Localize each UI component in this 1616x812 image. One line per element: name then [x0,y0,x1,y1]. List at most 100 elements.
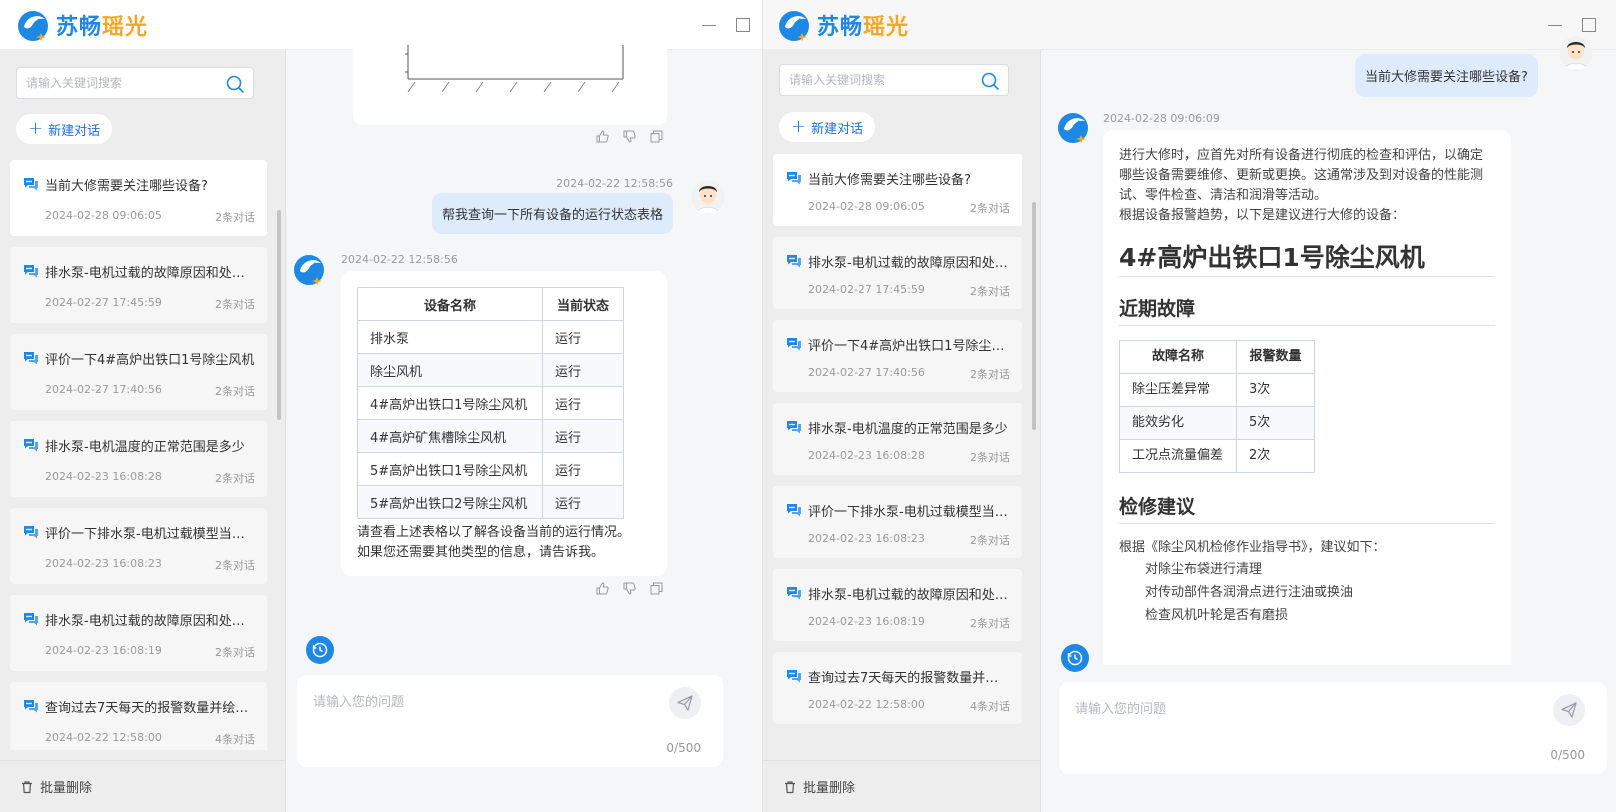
bot-message-bubble: 设备名称 当前状态 排水泵 运行 除尘风机 运行 4#高炉出铁口1号除尘风机 运行 4#高炉… [341,271,667,576]
thumbs-up-icon[interactable] [596,582,609,595]
chat-bubble-icon [24,265,38,278]
reply-note-line2: 如果您还需要其他类型的信息，请告诉我。 [357,545,605,560]
sidebar-scrollbar[interactable] [277,210,281,420]
copy-icon[interactable] [650,130,663,143]
advice-heading: 检修建议 [1119,497,1495,524]
advice-item: 对除尘布袋进行清理 [1145,562,1263,577]
bot-message-time: 2024-02-22 12:58:56 [341,253,458,266]
advice-list: 对除尘布袋进行清理 对传动部件各润滑点进行注油或换油 检查风机叶轮是否有磨损 [1119,558,1495,627]
report-intro-line: 哪些设备需要维修、更新或更换。这通常涉及到对设备的性能测 [1119,168,1484,183]
conversation-title: 当前大修需要关注哪些设备? [45,179,208,194]
thumbs-up-icon[interactable] [596,130,609,143]
conversation-count: 2条对话 [215,559,255,572]
char-counter: 0/500 [666,741,701,755]
table-row: 工况点流量偏差 2次 [1119,439,1315,473]
minimize-icon[interactable] [702,18,716,26]
search-box [16,67,254,99]
conversation-item[interactable]: 评价一下排水泵-电机过载模型当前状态 2024-02-23 16:08:23 2条对… [773,486,1022,558]
plus-icon: + [28,118,44,139]
conversation-time: 2024-02-22 12:58:00 [808,698,925,711]
table-cell: 5#高炉出铁口1号除尘风机 [357,452,543,486]
history-button[interactable] [306,636,334,664]
conversation-item[interactable]: 查询过去7天每天的报警数量并绘制图表 2024-02-22 12:58:00 4条对… [10,682,267,750]
search-icon[interactable] [225,74,245,94]
copy-icon[interactable] [650,582,663,595]
conversation-item[interactable]: 评价一下排水泵-电机过载模型当前状态 2024-02-23 16:08:23 2条对… [10,508,267,584]
conversation-item[interactable]: 排水泵-电机过载的故障原因和处理方法 2024-02-23 16:08:19 2条对… [773,569,1022,641]
conversation-item[interactable]: 排水泵-电机过载的故障原因和处理方法 2024-02-27 17:45:59 2条对… [10,247,267,323]
advice-intro: 根据《除尘风机检修作业指导书》，建议如下： [1119,540,1386,555]
question-input-box: 0/500 [1059,682,1607,774]
table-cell: 5#高炉出铁口2号除尘风机 [357,485,543,519]
table-cell: 工况点流量偏差 [1119,439,1237,473]
conversation-time: 2024-02-28 09:06:05 [808,200,925,213]
send-button[interactable] [669,687,701,719]
conversation-time: 2024-02-27 17:40:56 [808,366,925,379]
minimize-icon[interactable] [1548,18,1562,26]
conversation-item[interactable]: 排水泵-电机过载的故障原因和处理方法 2024-02-27 17:45:59 2条对… [773,237,1022,309]
table-header-device: 设备名称 [357,287,543,321]
maximize-icon[interactable] [736,18,750,32]
dolphin-logo-icon [779,10,809,41]
table-cell: 运行 [542,452,624,486]
conversation-item[interactable]: 评价一下4#高炉出铁口1号除尘风机 2024-02-27 17:40:56 2条对话 [773,320,1022,392]
conversation-item[interactable]: 当前大修需要关注哪些设备? 2024-02-28 09:06:05 2条对话 [773,154,1022,226]
conversation-item[interactable]: 当前大修需要关注哪些设备? 2024-02-28 09:06:05 2条对话 [10,160,267,236]
table-row: 4#高炉出铁口1号除尘风机 运行 [357,386,624,420]
batch-delete-button[interactable]: 批量删除 [0,760,285,812]
table-cell: 运行 [542,386,624,420]
conversation-sidebar: + 新建对话 当前大修需要关注哪些设备? 2024-02-28 09:06:05 2… [763,50,1041,812]
search-input[interactable] [26,76,219,90]
fault-table: 故障名称 报警数量 除尘压差异常 3次 能效劣化 5次 工况点流量偏差 2次 [1119,340,1315,473]
search-icon[interactable] [980,71,1000,91]
thumbs-down-icon[interactable] [623,130,636,143]
table-row: 5#高炉出铁口2号除尘风机 运行 [357,485,624,519]
alarm-chart-thumbnail [405,45,624,93]
conversation-item[interactable]: 排水泵-电机温度的正常范围是多少 2024-02-23 16:08:28 2条对话 [10,421,267,497]
conversation-title: 查询过去7天每天的报警数量并绘制图表 [808,671,1010,686]
conversation-item[interactable]: 评价一下4#高炉出铁口1号除尘风机 2024-02-27 17:40:56 2条对话 [10,334,267,410]
table-cell: 4#高炉出铁口1号除尘风机 [357,386,543,420]
history-button[interactable] [1061,644,1089,672]
conversation-title: 排水泵-电机过载的故障原因和处理方法 [45,614,255,629]
app-window-right: 苏畅瑶光 + 新建对话 当前大修需要关注哪些设备? 2024-02-28 09:0… [762,0,1616,812]
maximize-icon[interactable] [1582,18,1596,32]
new-chat-button[interactable]: + 新建对话 [779,112,876,142]
user-avatar-icon [691,180,725,214]
thumbs-down-icon[interactable] [623,582,636,595]
conversation-title: 排水泵-电机过载的故障原因和处理方法 [45,266,255,281]
question-input-box: 0/500 [297,675,723,767]
conversation-count: 2条对话 [215,298,255,311]
title-bar: 苏畅瑶光 [763,0,1616,50]
chat-bubble-icon [787,172,801,185]
chat-bubble-icon [24,613,38,626]
table-row: 能效劣化 5次 [1119,406,1315,440]
device-status-table: 设备名称 当前状态 排水泵 运行 除尘风机 运行 4#高炉出铁口1号除尘风机 运行 4#高炉… [357,287,624,519]
new-chat-button[interactable]: + 新建对话 [16,114,113,144]
send-icon [677,695,693,711]
chat-bubble-icon [787,421,801,434]
user-avatar-icon [1559,36,1593,70]
send-button[interactable] [1553,694,1585,726]
reply-note-line1: 请查看上述表格以了解各设备当前的运行情况。 [357,525,631,540]
conversation-count: 2条对话 [215,472,255,485]
trash-icon [785,780,795,793]
batch-delete-button[interactable]: 批量删除 [763,760,1040,812]
chat-bubble-icon [24,178,38,191]
sidebar-scrollbar[interactable] [1032,202,1036,430]
conversation-item[interactable]: 查询过去7天每天的报警数量并绘制图表 2024-02-22 12:58:00 4条对… [773,652,1022,724]
dolphin-logo-icon [18,10,48,41]
conversation-count: 2条对话 [970,285,1010,298]
trash-icon [22,780,32,793]
conversation-title: 评价一下排水泵-电机过载模型当前状态 [45,527,255,542]
table-cell: 运行 [542,320,624,354]
conversation-title: 排水泵-电机温度的正常范围是多少 [45,440,245,455]
question-input[interactable] [1075,698,1537,738]
conversation-item[interactable]: 排水泵-电机温度的正常范围是多少 2024-02-23 16:08:28 2条对话 [773,403,1022,475]
conversation-sidebar: + 新建对话 当前大修需要关注哪些设备? 2024-02-28 09:06:05 2… [0,50,286,812]
conversation-time: 2024-02-23 16:08:19 [45,644,162,657]
search-input[interactable] [789,73,974,87]
brand-logo: 苏畅瑶光 [777,7,909,43]
question-input[interactable] [313,691,653,731]
conversation-item[interactable]: 排水泵-电机过载的故障原因和处理方法 2024-02-23 16:08:19 2条对… [10,595,267,671]
